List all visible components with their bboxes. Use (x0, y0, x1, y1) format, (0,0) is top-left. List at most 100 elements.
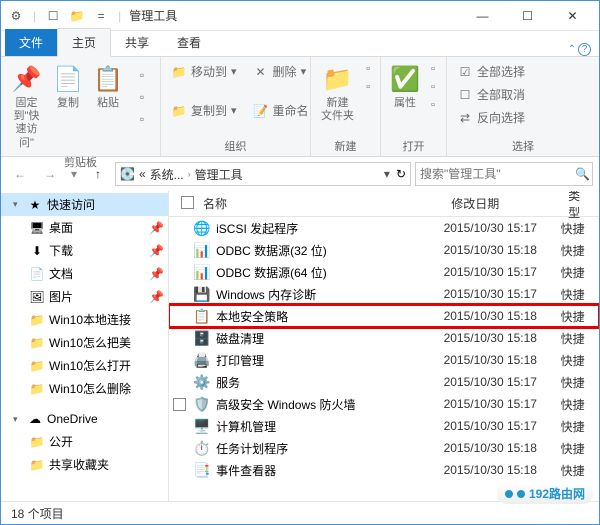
folder-icon[interactable]: 📁 (66, 5, 88, 27)
sidebar-folder-3[interactable]: 📁Win10怎么打开 (1, 354, 168, 377)
file-name: 服务 (216, 374, 240, 391)
select-invert-icon: ⇄ (457, 110, 473, 126)
file-row[interactable]: 📊ODBC 数据源(64 位)2015/10/30 15:17快捷 (169, 261, 599, 283)
file-name: 事件查看器 (216, 462, 276, 479)
window-title: 管理工具 (129, 7, 177, 24)
watermark: 192路由网 (497, 483, 593, 504)
file-icon: 🌐 (194, 220, 210, 236)
file-type: 快捷 (561, 220, 599, 237)
file-row[interactable]: ⏱️任务计划程序2015/10/30 15:18快捷 (169, 437, 599, 459)
properties-icon: ✅ (389, 63, 421, 95)
file-row[interactable]: 🖥️计算机管理2015/10/30 15:17快捷 (169, 415, 599, 437)
file-date: 2015/10/30 15:18 (444, 243, 561, 257)
sidebar-pictures[interactable]: 🖼图片📌 (1, 285, 168, 308)
crumb-2[interactable]: 管理工具 (195, 166, 243, 183)
file-row[interactable]: 🖨️打印管理2015/10/30 15:18快捷 (169, 349, 599, 371)
search-icon[interactable]: 🔍 (575, 167, 590, 181)
settings-icon[interactable]: ⚙ (5, 5, 27, 27)
document-icon: 📄 (29, 266, 45, 282)
folder-icon: 📁 (29, 312, 45, 328)
tab-view[interactable]: 查看 (163, 29, 215, 56)
delete-icon: ✕ (253, 64, 269, 80)
file-row[interactable]: 🌐iSCSI 发起程序2015/10/30 15:17快捷 (169, 217, 599, 239)
open-small-3[interactable]: ▫ (427, 97, 439, 113)
pin-button[interactable]: 📌固定到"快 速访问" (7, 61, 46, 152)
rename-icon: 📝 (253, 103, 269, 119)
select-none-button[interactable]: ☐全部取消 (453, 84, 529, 105)
navigation-pane: ▾★快速访问 🖥桌面📌 ⬇下载📌 📄文档📌 🖼图片📌 📁Win10本地连接 📁W… (1, 191, 169, 501)
rename-button[interactable]: 📝重命名 (249, 100, 313, 121)
file-icon: 🖥️ (194, 418, 210, 434)
sidebar-onedrive[interactable]: ▾☁OneDrive (1, 408, 168, 430)
refresh-icon[interactable]: ↻ (396, 167, 406, 181)
file-type: 快捷 (561, 286, 599, 303)
sidebar-documents[interactable]: 📄文档📌 (1, 262, 168, 285)
sidebar-desktop[interactable]: 🖥桌面📌 (1, 216, 168, 239)
select-invert-button[interactable]: ⇄反向选择 (453, 107, 529, 128)
group-label-select: 选择 (453, 136, 593, 154)
up-button[interactable]: ↑ (85, 161, 111, 187)
sidebar-folder-4[interactable]: 📁Win10怎么删除 (1, 377, 168, 400)
equals-icon[interactable]: = (90, 5, 112, 27)
close-button[interactable]: ✕ (550, 2, 595, 30)
file-date: 2015/10/30 15:18 (444, 309, 561, 323)
file-name: 磁盘清理 (216, 330, 264, 347)
copyto-button[interactable]: 📁复制到 ▾ (167, 100, 241, 121)
new-small-2[interactable]: ▫ (362, 79, 374, 95)
file-type: 快捷 (561, 308, 599, 325)
checkbox-icon[interactable]: ☐ (42, 5, 64, 27)
newfolder-button[interactable]: 📁新建 文件夹 (317, 61, 358, 125)
tab-share[interactable]: 共享 (111, 29, 163, 56)
minimize-button[interactable]: — (460, 2, 505, 30)
dropdown-icon[interactable]: ▾ (384, 167, 390, 181)
file-row[interactable]: 🗄️磁盘清理2015/10/30 15:18快捷 (169, 327, 599, 349)
sidebar-downloads[interactable]: ⬇下载📌 (1, 239, 168, 262)
tab-home[interactable]: 主页 (57, 28, 111, 57)
col-name[interactable]: 名称 (195, 195, 443, 212)
sidebar-shared[interactable]: 📁共享收藏夹 (1, 453, 168, 476)
search-box[interactable]: 🔍 (415, 162, 593, 186)
select-all-button[interactable]: ☑全部选择 (453, 61, 529, 82)
file-row[interactable]: 📊ODBC 数据源(32 位)2015/10/30 15:18快捷 (169, 239, 599, 261)
breadcrumb[interactable]: 💽 « 系统... › 管理工具 ▾ ↻ (115, 162, 411, 186)
sidebar-folder-1[interactable]: 📁Win10本地连接 (1, 308, 168, 331)
small-btn-1[interactable]: ▫ (130, 65, 154, 85)
status-bar: 18 个项目 (1, 501, 599, 525)
sidebar-quick-access[interactable]: ▾★快速访问 (1, 193, 168, 216)
file-row[interactable]: 💾Windows 内存诊断2015/10/30 15:17快捷 (169, 283, 599, 305)
file-row[interactable]: 🛡️高级安全 Windows 防火墙2015/10/30 15:17快捷 (169, 393, 599, 415)
file-row[interactable]: 📑事件查看器2015/10/30 15:18快捷 (169, 459, 599, 481)
sidebar-public[interactable]: 📁公开 (1, 430, 168, 453)
file-row[interactable]: ⚙️服务2015/10/30 15:17快捷 (169, 371, 599, 393)
ribbon-group-select: ☑全部选择 ☐全部取消 ⇄反向选择 选择 (447, 57, 599, 156)
sidebar-folder-2[interactable]: 📁Win10怎么把美 (1, 331, 168, 354)
folder-icon: 📁 (29, 434, 45, 450)
search-input[interactable] (420, 167, 575, 181)
ribbon-group-organize: 📁移动到 ▾ ✕删除 ▾ 📁复制到 ▾ 📝重命名 组织 (161, 57, 311, 156)
col-checkbox[interactable] (173, 196, 195, 212)
back-button[interactable]: ← (7, 161, 33, 187)
forward-button[interactable]: → (37, 161, 63, 187)
moveto-button[interactable]: 📁移动到 ▾ (167, 61, 241, 82)
tab-file[interactable]: 文件 (5, 29, 57, 56)
copy-button[interactable]: 📄复制 (50, 61, 86, 112)
new-small-1[interactable]: ▫ (362, 61, 374, 77)
history-dropdown[interactable]: ▾ (67, 161, 81, 187)
ribbon-expand[interactable]: ⌃? (568, 43, 591, 56)
file-icon: 📋 (194, 308, 210, 324)
file-icon: 💾 (194, 286, 210, 302)
paste-button[interactable]: 📋粘贴 (90, 61, 126, 112)
small-btn-2[interactable]: ▫ (130, 87, 154, 107)
crumb-1[interactable]: 系统... (150, 166, 184, 183)
delete-button[interactable]: ✕删除 ▾ (249, 61, 311, 82)
file-row[interactable]: 📋本地安全策略2015/10/30 15:18快捷 (169, 305, 599, 327)
properties-button[interactable]: ✅属性 (387, 61, 423, 112)
open-small-2[interactable]: ▫ (427, 79, 439, 95)
maximize-button[interactable]: ☐ (505, 2, 550, 30)
open-small-1[interactable]: ▫ (427, 61, 439, 77)
file-icon: 🗄️ (194, 330, 210, 346)
body: ▾★快速访问 🖥桌面📌 ⬇下载📌 📄文档📌 🖼图片📌 📁Win10本地连接 📁W… (1, 191, 599, 501)
small-btn-3[interactable]: ▫ (130, 109, 154, 129)
col-date[interactable]: 修改日期 (443, 195, 560, 212)
ribbon-group-clipboard: 📌固定到"快 速访问" 📄复制 📋粘贴 ▫ ▫ ▫ 剪贴板 (1, 57, 161, 156)
